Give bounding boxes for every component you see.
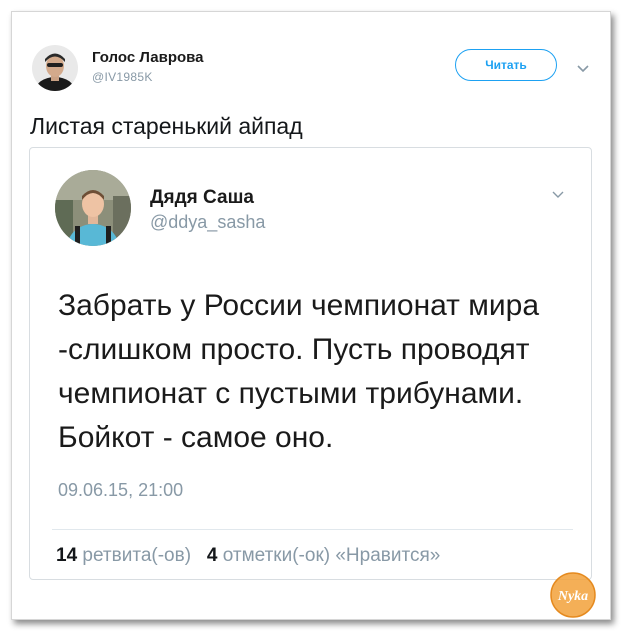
quoted-tweet-card[interactable]: Дядя Саша @ddya_sasha Забрать у России ч… bbox=[29, 147, 592, 580]
retweet-label[interactable]: ретвита(-ов) bbox=[82, 545, 191, 566]
outer-author-name[interactable]: Голос Лаврова bbox=[92, 49, 204, 66]
quoted-tweet-text: Забрать у России чемпионат мира -слишком… bbox=[58, 284, 578, 460]
like-label[interactable]: отметки(-ок) «Нравится» bbox=[223, 545, 441, 566]
nyka-watermark-logo: Nyka bbox=[550, 572, 596, 618]
quoted-tweet-line: Бойкот - самое оно. bbox=[58, 421, 334, 454]
follow-button[interactable]: Читать bbox=[455, 49, 557, 81]
quoted-author-avatar[interactable] bbox=[55, 170, 131, 246]
tweet-timestamp[interactable]: 09.06.15, 21:00 bbox=[58, 480, 183, 501]
stats-divider bbox=[52, 529, 573, 530]
avatar-photo-icon bbox=[55, 170, 131, 246]
chevron-down-icon[interactable] bbox=[576, 64, 590, 74]
outer-tweet-text: Листая старенький айпад bbox=[30, 113, 303, 139]
quoted-tweet-line: Забрать у России чемпионат мира bbox=[58, 289, 540, 322]
quoted-tweet-line: -слишком просто. Пусть проводят bbox=[58, 333, 530, 366]
tweet-screenshot-frame: Голос Лаврова @IV1985K Читать Листая ста… bbox=[11, 11, 611, 620]
tweet-stats: 14 ретвита(-ов) 4 отметки(-ок) «Нравится… bbox=[56, 545, 440, 567]
outer-author-handle[interactable]: @IV1985K bbox=[92, 70, 153, 84]
quoted-author-handle[interactable]: @ddya_sasha bbox=[150, 212, 265, 233]
outer-author-avatar[interactable] bbox=[32, 45, 78, 91]
quoted-tweet-line: чемпионат с пустыми трибунами. bbox=[58, 377, 524, 410]
avatar-photo-icon bbox=[32, 45, 78, 91]
quoted-author-name[interactable]: Дядя Саша bbox=[150, 187, 254, 209]
watermark-text: Nyka bbox=[557, 589, 588, 604]
chevron-down-icon[interactable] bbox=[551, 190, 565, 200]
like-count[interactable]: 4 bbox=[207, 545, 218, 566]
retweet-count[interactable]: 14 bbox=[56, 545, 77, 566]
